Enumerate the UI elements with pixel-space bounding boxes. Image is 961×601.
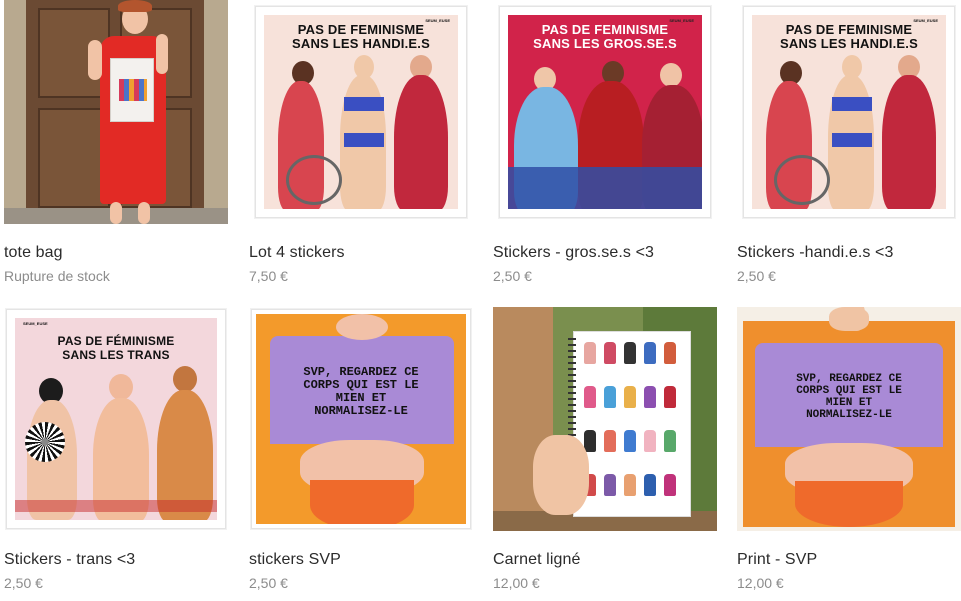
poster-headline: PAS DE FEMINISME SANS LES HANDI.E.S: [780, 22, 918, 51]
product-title[interactable]: tote bag: [4, 243, 228, 263]
product-image[interactable]: SVP, REGARDEZ CE CORPS QUI EST LE MIEN E…: [737, 307, 961, 531]
product-title[interactable]: Stickers -handi.e.s <3: [737, 243, 961, 263]
sticker-poster-svp: SVP, REGARDEZ CE CORPS QUI EST LE MIEN E…: [251, 309, 471, 529]
product-card-stickers-handi[interactable]: SEUM_EUSE PAS DE FEMINISME SANS LES HAND…: [737, 0, 961, 285]
sticker-poster-handi: SEUM_EUSE PAS DE FEMINISME SANS LES HAND…: [255, 6, 467, 218]
product-card-carnet-ligne[interactable]: Carnet ligné 12,00 €: [493, 307, 717, 592]
product-title[interactable]: Print - SVP: [737, 550, 961, 570]
sticker-poster-gros: SEUM_EUSE PAS DE FEMINISME SANS LES GROS…: [499, 6, 711, 218]
product-image[interactable]: [4, 0, 228, 224]
product-card-stickers-svp[interactable]: SVP, REGARDEZ CE CORPS QUI EST LE MIEN E…: [249, 307, 473, 592]
stock-status: Rupture de stock: [4, 268, 110, 284]
product-price: 12,00 €: [493, 575, 540, 591]
product-price: 12,00 €: [737, 575, 784, 591]
product-title[interactable]: Lot 4 stickers: [249, 243, 473, 263]
product-card-stickers-trans[interactable]: SEUM_EUSE PAS DE FÉMINISME SANS LES TRAN…: [4, 307, 228, 592]
product-price: 2,50 €: [249, 575, 288, 591]
product-card-lot-4-stickers[interactable]: SEUM_EUSE PAS DE FEMINISME SANS LES HAND…: [249, 0, 473, 285]
product-title[interactable]: Stickers - trans <3: [4, 550, 228, 570]
sticker-poster-trans: SEUM_EUSE PAS DE FÉMINISME SANS LES TRAN…: [6, 309, 226, 529]
poster-headline: PAS DE FEMINISME SANS LES GROS.SE.S: [533, 22, 677, 51]
product-title[interactable]: Carnet ligné: [493, 550, 717, 570]
product-title[interactable]: Stickers - gros.se.s <3: [493, 243, 717, 263]
product-image[interactable]: SEUM_EUSE PAS DE FEMINISME SANS LES GROS…: [493, 0, 717, 224]
notebook-image: [568, 331, 691, 517]
product-price: 7,50 €: [249, 268, 288, 284]
product-price: 2,50 €: [737, 268, 776, 284]
product-card-tote-bag[interactable]: tote bag Rupture de stock: [4, 0, 228, 285]
product-image[interactable]: SVP, REGARDEZ CE CORPS QUI EST LE MIEN E…: [249, 307, 473, 531]
product-image[interactable]: SEUM_EUSE PAS DE FEMINISME SANS LES HAND…: [249, 0, 473, 224]
tote-bag-image: [110, 58, 154, 122]
product-image[interactable]: SEUM_EUSE PAS DE FÉMINISME SANS LES TRAN…: [4, 307, 228, 531]
sticker-poster-handi: SEUM_EUSE PAS DE FEMINISME SANS LES HAND…: [743, 6, 955, 218]
product-title[interactable]: stickers SVP: [249, 550, 473, 570]
product-image[interactable]: [493, 307, 717, 531]
poster-headline: PAS DE FEMINISME SANS LES HANDI.E.S: [292, 22, 430, 51]
poster-headline: PAS DE FÉMINISME SANS LES TRANS: [57, 334, 175, 362]
product-card-print-svp[interactable]: SVP, REGARDEZ CE CORPS QUI EST LE MIEN E…: [737, 307, 961, 592]
poster-text: SVP, REGARDEZ CE CORPS QUI EST LE MIEN E…: [303, 365, 419, 418]
product-price: 2,50 €: [493, 268, 532, 284]
poster-text: SVP, REGARDEZ CE CORPS QUI EST LE MIEN E…: [796, 373, 902, 421]
product-card-stickers-gros[interactable]: SEUM_EUSE PAS DE FEMINISME SANS LES GROS…: [493, 0, 717, 285]
product-image[interactable]: SEUM_EUSE PAS DE FEMINISME SANS LES HAND…: [737, 0, 961, 224]
print-image: SVP, REGARDEZ CE CORPS QUI EST LE MIEN E…: [743, 321, 955, 527]
product-price: 2,50 €: [4, 575, 43, 591]
